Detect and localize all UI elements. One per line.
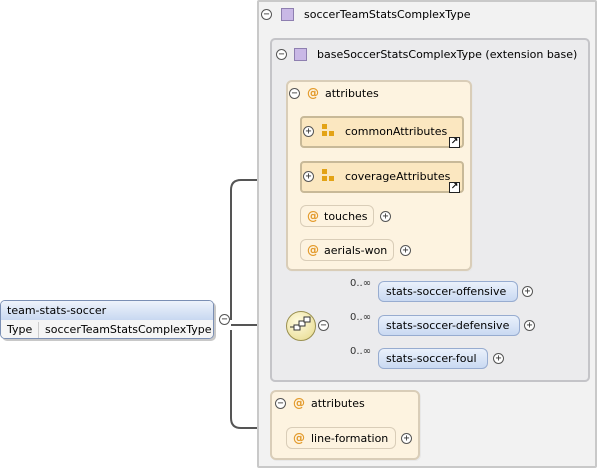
own-attributes-collapse-icon[interactable]: − [275, 398, 286, 409]
attribute-icon: @ [307, 86, 319, 100]
complex-type-icon [281, 8, 294, 21]
root-element-type-row: Type soccerTeamStatsComplexType [1, 320, 213, 338]
root-element-type-label: Type [7, 323, 33, 336]
complex-type-collapse-icon[interactable]: − [261, 9, 272, 20]
attribute-group-icon [322, 169, 334, 181]
element-stats-soccer-foul-label: stats-soccer-foul [386, 352, 477, 365]
stats-soccer-foul-expand-icon[interactable]: + [493, 353, 504, 364]
touches-expand-icon[interactable]: + [380, 211, 391, 222]
root-element-type-value: soccerTeamStatsComplexType [45, 323, 212, 336]
multiplicity-label: 0..∞ [350, 278, 372, 289]
stats-soccer-offensive-expand-icon[interactable]: + [522, 286, 533, 297]
link-icon[interactable]: ↗ [449, 137, 460, 148]
base-attributes-collapse-icon[interactable]: − [289, 88, 300, 99]
common-attributes-expand-icon[interactable]: + [303, 126, 314, 137]
link-icon[interactable]: ↗ [449, 182, 460, 193]
type-divider [38, 322, 39, 338]
attribute-icon: @ [293, 431, 305, 445]
base-attributes-label: attributes [325, 87, 379, 100]
multiplicity-label: 0..∞ [350, 312, 372, 323]
root-element-box[interactable]: team-stats-soccer Type soccerTeamStatsCo… [0, 300, 214, 339]
coverage-attributes-expand-icon[interactable]: + [303, 171, 314, 182]
base-type-collapse-icon[interactable]: − [276, 49, 287, 60]
sequence-collapse-icon[interactable]: − [318, 320, 329, 331]
base-type-icon [294, 48, 307, 61]
multiplicity-label: 0..∞ [350, 346, 372, 357]
aerials-won-expand-icon[interactable]: + [400, 245, 411, 256]
root-element-header: team-stats-soccer [1, 301, 213, 321]
attribute-icon: @ [307, 243, 319, 257]
element-stats-soccer-offensive-label: stats-soccer-offensive [386, 285, 507, 298]
base-type-name: baseSoccerStatsComplexType (extension ba… [317, 48, 578, 61]
attribute-group-icon [322, 124, 334, 136]
root-element-collapse-icon[interactable]: − [219, 314, 230, 325]
attribute-icon: @ [293, 396, 305, 410]
root-element-name: team-stats-soccer [7, 304, 107, 317]
complex-type-name: soccerTeamStatsComplexType [304, 8, 471, 21]
element-stats-soccer-defensive-label: stats-soccer-defensive [386, 319, 510, 332]
attribute-icon: @ [307, 209, 319, 223]
line-formation-expand-icon[interactable]: + [401, 433, 412, 444]
sequence-compositor-icon[interactable] [286, 311, 316, 341]
stats-soccer-defensive-expand-icon[interactable]: + [524, 320, 535, 331]
attribute-aerials-won-label: aerials-won [324, 244, 388, 257]
own-attributes-label: attributes [311, 397, 365, 410]
attribute-touches-label: touches [324, 210, 368, 223]
attribute-line-formation-label: line-formation [311, 432, 389, 445]
common-attributes-label: commonAttributes [345, 125, 448, 138]
coverage-attributes-label: coverageAttributes [345, 170, 451, 183]
